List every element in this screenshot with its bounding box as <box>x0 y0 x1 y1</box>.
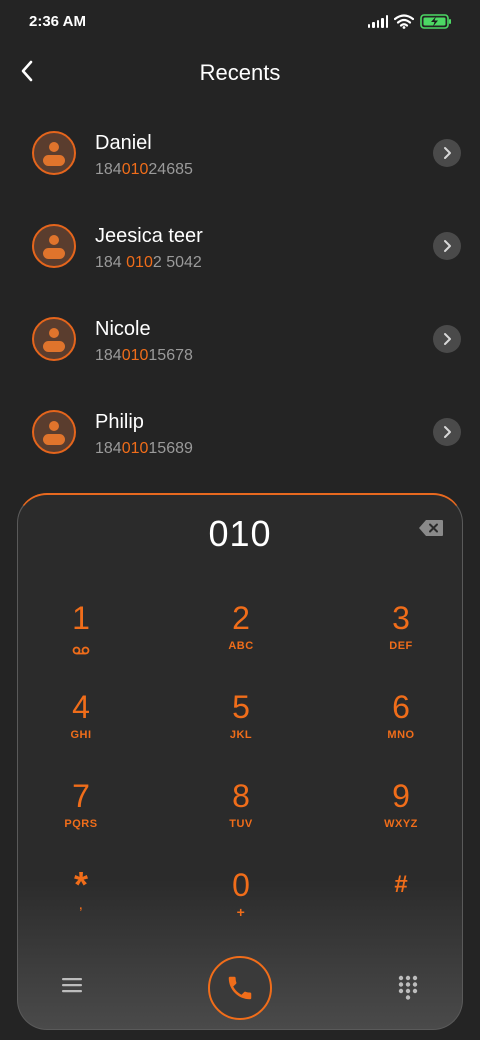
chevron-right-icon <box>444 147 451 159</box>
contact-number: 18401015678 <box>95 347 193 364</box>
contact-row[interactable]: Jeesica teer 184 0102 5042 <box>0 205 480 298</box>
backspace-icon <box>419 520 443 536</box>
status-time: 2:36 AM <box>29 13 86 30</box>
key-6[interactable]: 6 MNO <box>341 688 461 768</box>
header: Recents <box>0 50 480 94</box>
keypad-icon <box>398 975 418 1000</box>
avatar-icon <box>32 410 76 454</box>
key-1[interactable]: 1 <box>21 599 141 679</box>
contact-number: 18401024685 <box>95 161 193 178</box>
chevron-right-icon <box>444 240 451 252</box>
key-9[interactable]: 9 WXYZ <box>341 777 461 857</box>
battery-charging-icon <box>420 13 451 29</box>
contact-number: 18401015689 <box>95 440 193 457</box>
key-2[interactable]: 2 ABC <box>181 599 301 679</box>
key-hash[interactable]: # <box>341 866 461 946</box>
call-button[interactable] <box>208 956 272 1020</box>
keypad-toggle-button[interactable] <box>398 975 418 1001</box>
key-star[interactable]: * , <box>21 866 141 946</box>
signal-icon <box>367 14 388 28</box>
key-0[interactable]: 0 + <box>181 866 301 946</box>
key-3[interactable]: 3 DEF <box>341 599 461 679</box>
contact-row[interactable]: Daniel 18401024685 <box>0 112 480 205</box>
backspace-button[interactable] <box>418 519 444 537</box>
key-5[interactable]: 5 JKL <box>181 688 301 768</box>
contact-name: Philip <box>95 411 144 433</box>
contact-number: 184 0102 5042 <box>95 254 202 271</box>
chevron-right-icon <box>444 333 451 345</box>
dialpad-panel: 010 1 2 ABC 3 DEF 4 GHI 5 JKL 6 MNO 7 PQ… <box>17 493 463 1030</box>
contact-row[interactable]: Nicole 18401015678 <box>0 298 480 391</box>
wifi-icon <box>394 13 414 29</box>
status-icons <box>367 12 453 30</box>
status-bar: 2:36 AM <box>0 0 480 42</box>
menu-button[interactable] <box>62 977 86 997</box>
contact-name: Nicole <box>95 318 151 340</box>
contact-name: Jeesica teer <box>95 225 203 247</box>
contact-details-button[interactable] <box>433 139 461 167</box>
contact-details-button[interactable] <box>433 232 461 260</box>
page-title: Recents <box>199 60 281 85</box>
avatar-icon <box>32 224 76 268</box>
dialpad-bottom-bar <box>18 953 462 1023</box>
contact-row[interactable]: Philip 18401015689 <box>0 391 480 484</box>
avatar-icon <box>32 131 76 175</box>
menu-icon <box>62 978 82 993</box>
voicemail-icon <box>72 642 90 656</box>
dialed-number[interactable]: 010 <box>18 513 462 555</box>
contact-name: Daniel <box>95 132 152 154</box>
chevron-right-icon <box>444 426 451 438</box>
key-7[interactable]: 7 PQRS <box>21 777 141 857</box>
key-8[interactable]: 8 TUV <box>181 777 301 857</box>
key-4[interactable]: 4 GHI <box>21 688 141 768</box>
avatar-icon <box>32 317 76 361</box>
recents-list: Daniel 18401024685 Jeesica teer 184 0102… <box>0 112 480 484</box>
phone-icon <box>228 976 252 1000</box>
contact-details-button[interactable] <box>433 418 461 446</box>
contact-details-button[interactable] <box>433 325 461 353</box>
